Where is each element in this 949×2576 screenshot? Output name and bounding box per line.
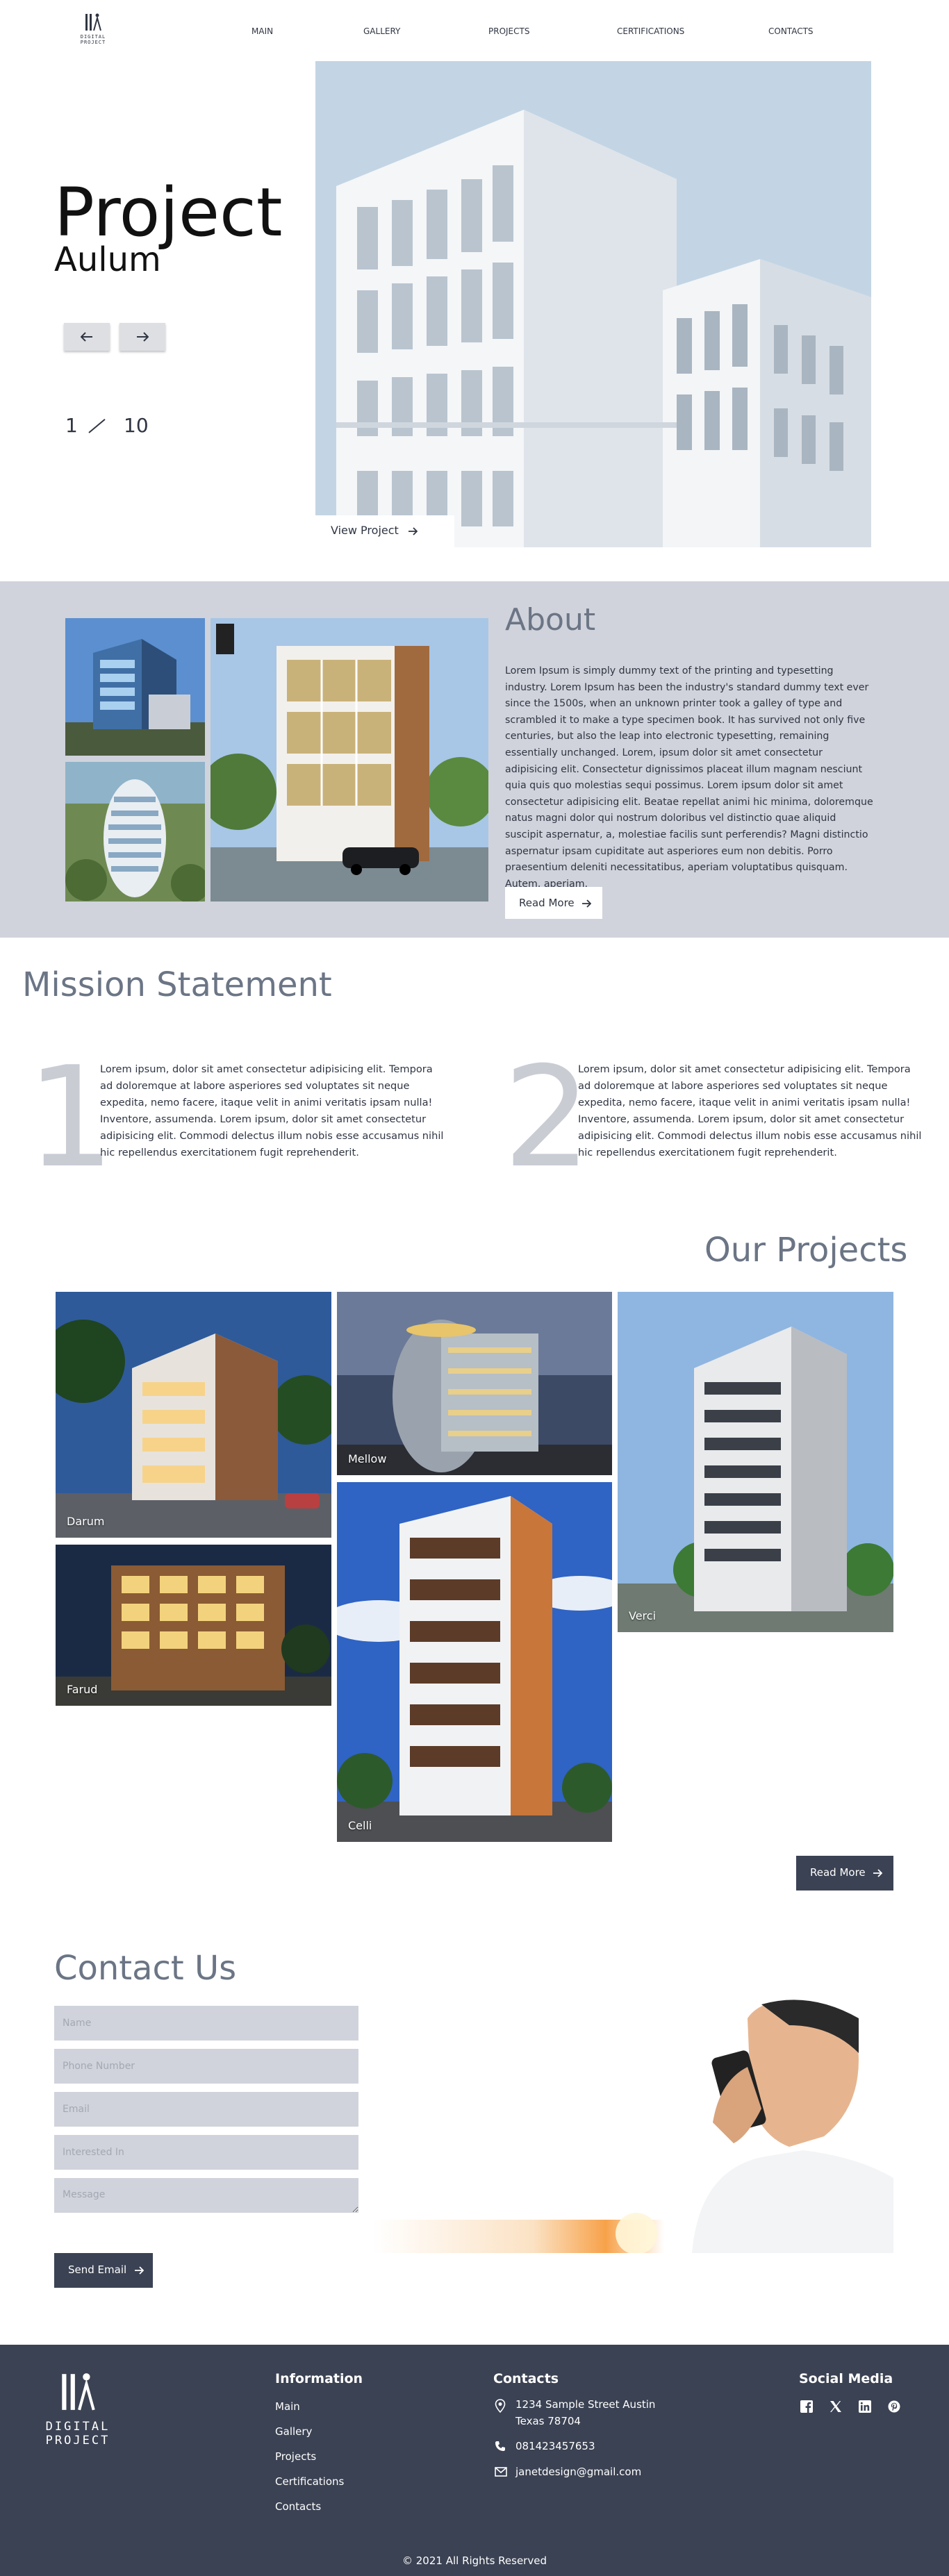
projects-title: Our Projects xyxy=(704,1231,908,1270)
nav-projects[interactable]: PROJECTS xyxy=(488,26,529,36)
copyright: © 2021 All Rights Reserved xyxy=(402,2554,547,2567)
mission-text-1: Lorem ipsum, dolor sit amet consectetur … xyxy=(100,1063,444,1158)
send-email-button[interactable]: Send Email xyxy=(54,2253,153,2288)
arrow-right-icon xyxy=(134,2266,145,2275)
facebook-icon[interactable] xyxy=(800,2400,813,2413)
about-title: About xyxy=(505,602,596,638)
hero-subtitle: Aulum xyxy=(54,240,161,279)
project-label-darum: Darum xyxy=(67,1515,105,1528)
project-label-farud: Farud xyxy=(67,1683,98,1696)
footer-logo-text: DIGITAL PROJECT xyxy=(45,2420,110,2448)
mission-text-2: Lorem ipsum, dolor sit amet consectetur … xyxy=(578,1063,922,1158)
slide-total: 10 xyxy=(124,414,149,437)
arrow-right-icon xyxy=(873,1868,883,1877)
arrow-right-icon xyxy=(582,899,592,908)
arrow-right-icon xyxy=(137,332,149,342)
footer-logo[interactable]: DIGITAL PROJECT xyxy=(29,2370,126,2448)
send-email-label: Send Email xyxy=(68,2263,127,2276)
prev-slide-button[interactable] xyxy=(64,323,110,351)
about-section: About Lorem Ipsum is simply dummy text o… xyxy=(0,581,949,938)
view-project-link[interactable]: View Project xyxy=(315,515,454,547)
footer: DIGITAL PROJECT Information Main Gallery… xyxy=(0,2345,949,2576)
nav-main[interactable]: MAIN xyxy=(251,26,273,36)
read-more-label: Read More xyxy=(810,1866,866,1879)
contact-person-image xyxy=(372,1997,893,2253)
hero-building-image xyxy=(315,61,871,547)
read-more-label: Read More xyxy=(519,897,575,909)
name-field[interactable] xyxy=(54,2006,358,2041)
slide-divider xyxy=(88,418,106,433)
project-card-darum[interactable]: Darum xyxy=(56,1292,331,1538)
x-twitter-icon[interactable] xyxy=(830,2400,842,2413)
slide-current: 1 xyxy=(65,414,78,437)
slide-counter: 1 10 xyxy=(65,413,176,440)
nav-certifications[interactable]: CERTIFICATIONS xyxy=(617,26,684,36)
project-card-farud[interactable]: Farud xyxy=(56,1545,331,1706)
arrow-right-icon xyxy=(408,526,418,535)
about-text: Lorem Ipsum is simply dummy text of the … xyxy=(505,665,873,890)
phone-field[interactable] xyxy=(54,2049,358,2084)
about-image-2 xyxy=(65,762,205,901)
interested-in-field[interactable] xyxy=(54,2135,358,2170)
about-read-more-button[interactable]: Read More xyxy=(505,887,602,919)
mission-title: Mission Statement xyxy=(22,965,332,1004)
footer-phone[interactable]: 081423457653 xyxy=(515,2438,595,2454)
main-nav: MAIN GALLERY PROJECTS CERTIFICATIONS CON… xyxy=(0,26,949,38)
view-project-label: View Project xyxy=(331,524,399,537)
message-field[interactable] xyxy=(54,2178,358,2213)
project-card-mellow[interactable]: Mellow xyxy=(337,1292,612,1475)
about-image-main xyxy=(211,618,488,901)
pinterest-icon[interactable] xyxy=(888,2400,900,2413)
location-pin-icon xyxy=(495,2399,506,2413)
footer-email[interactable]: janetdesign@gmail.com xyxy=(515,2463,641,2480)
mail-icon xyxy=(495,2467,507,2477)
footer-link-main[interactable]: Main xyxy=(275,2400,300,2413)
nav-contacts[interactable]: CONTACTS xyxy=(768,26,814,36)
phone-icon xyxy=(495,2441,505,2451)
contact-title: Contact Us xyxy=(54,1949,237,1988)
project-card-celli[interactable]: Celli xyxy=(337,1482,612,1842)
arrow-left-icon xyxy=(81,332,92,342)
project-label-mellow: Mellow xyxy=(348,1452,387,1465)
hero-title: Project xyxy=(54,174,283,251)
footer-link-gallery[interactable]: Gallery xyxy=(275,2425,312,2438)
projects-read-more-button[interactable]: Read More xyxy=(796,1856,893,1891)
next-slide-button[interactable] xyxy=(119,323,165,351)
project-card-verci[interactable]: Verci xyxy=(618,1292,893,1632)
header: DIGITAL PROJECT MAIN GALLERY PROJECTS CE… xyxy=(0,0,949,61)
footer-link-certifications[interactable]: Certifications xyxy=(275,2475,344,2488)
footer-link-contacts[interactable]: Contacts xyxy=(275,2500,321,2513)
address-line-2: Texas 78704 xyxy=(515,2415,581,2427)
information-heading: Information xyxy=(275,2371,363,2386)
linkedin-icon[interactable] xyxy=(859,2400,871,2413)
nav-gallery[interactable]: GALLERY xyxy=(363,26,400,36)
contacts-heading: Contacts xyxy=(493,2371,559,2386)
social-media-heading: Social Media xyxy=(799,2371,893,2386)
email-field[interactable] xyxy=(54,2092,358,2127)
page: DIGITAL PROJECT MAIN GALLERY PROJECTS CE… xyxy=(0,0,949,2576)
project-label-verci: Verci xyxy=(629,1609,657,1622)
address-line-1: 1234 Sample Street Austin xyxy=(515,2398,656,2411)
project-label-celli: Celli xyxy=(348,1819,372,1832)
logo-icon xyxy=(62,2373,95,2411)
about-image-1 xyxy=(65,618,205,756)
footer-link-projects[interactable]: Projects xyxy=(275,2450,316,2463)
